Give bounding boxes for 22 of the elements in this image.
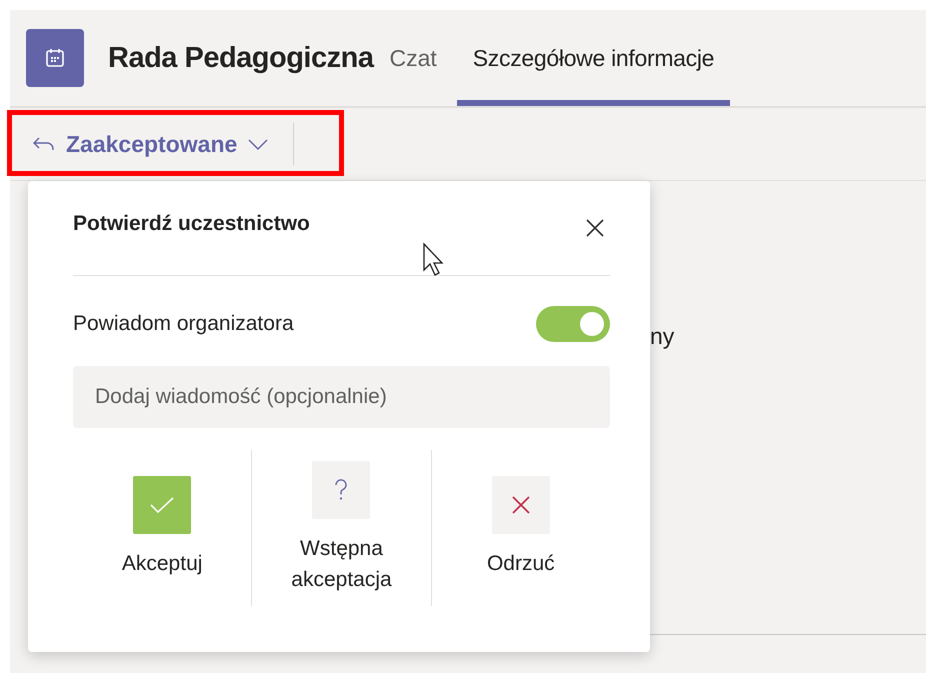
response-button[interactable]: Zaakceptowane [28, 122, 274, 166]
meeting-title: Rada Pedagogiczna [108, 42, 374, 74]
accept-button[interactable] [133, 476, 192, 534]
message-field[interactable]: Dodaj wiadomość (opcjonalnie) [73, 366, 610, 428]
reply-arrow-icon [32, 136, 56, 152]
option-label: Wstępna akceptacja [290, 536, 393, 593]
notify-label: Powiadom organizatora [73, 312, 294, 336]
decline-button[interactable] [492, 476, 550, 534]
mouse-pointer-icon [422, 242, 446, 278]
notify-toggle[interactable] [536, 306, 610, 342]
checkmark-icon [149, 496, 176, 514]
calendar-icon [26, 29, 84, 87]
chevron-down-icon [247, 137, 270, 151]
details-text: ny [650, 323, 674, 350]
tab[interactable]: Czat [373, 10, 453, 106]
popup-title: Potwierdź uczestnictwo [73, 212, 310, 236]
close-icon [510, 495, 531, 516]
option-label: Odrzuć [486, 551, 556, 578]
close-icon [584, 217, 606, 239]
option-label: Akceptuj [120, 551, 204, 578]
tab[interactable]: Szczegółowe informacje [456, 10, 730, 106]
question-icon [334, 478, 348, 500]
